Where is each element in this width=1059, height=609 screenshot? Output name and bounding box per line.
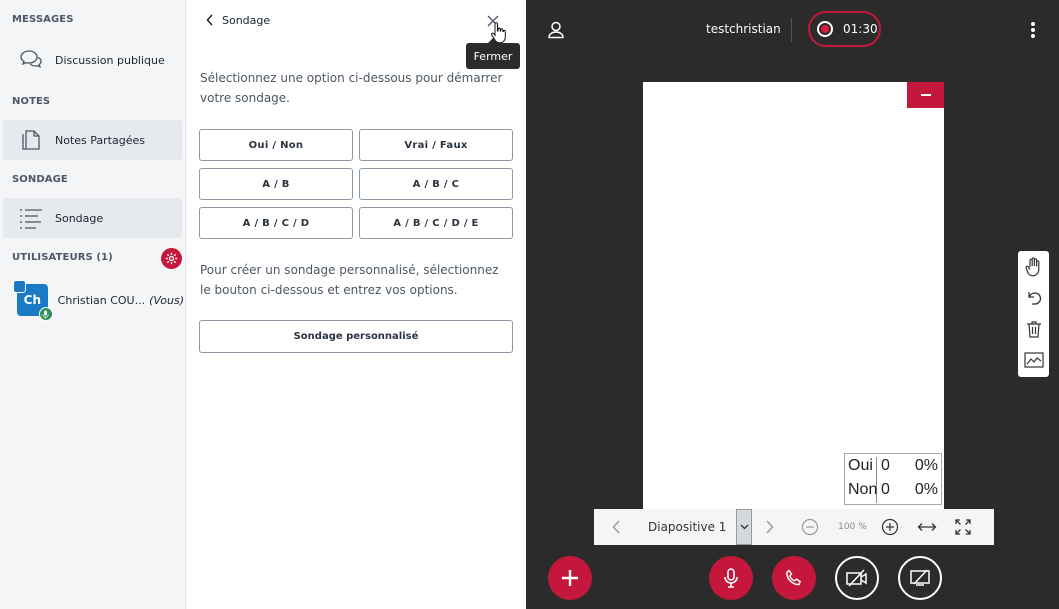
record-icon bbox=[817, 21, 833, 37]
notes-icon bbox=[11, 120, 51, 160]
multi-user-whiteboard-icon[interactable] bbox=[1018, 344, 1049, 375]
chevron-down-icon bbox=[740, 524, 749, 530]
user-list-item[interactable]: Ch Christian COU... (Vous) bbox=[12, 280, 184, 321]
trash-icon[interactable] bbox=[1018, 313, 1049, 344]
zoom-out-icon bbox=[802, 518, 819, 536]
user-icon[interactable] bbox=[546, 20, 566, 40]
result-percent: 0% bbox=[914, 481, 938, 498]
poll-option-abcde-button[interactable]: A / B / C / D / E bbox=[359, 207, 513, 239]
fullscreen-button[interactable] bbox=[946, 509, 980, 545]
whiteboard-toolbar bbox=[1018, 251, 1049, 377]
notes-section-title: NOTES bbox=[12, 96, 51, 107]
poll-option-abcd-button[interactable]: A / B / C / D bbox=[199, 207, 353, 239]
poll-option-true-false-button[interactable]: Vrai / Faux bbox=[359, 129, 513, 161]
avatar-initials: Ch bbox=[23, 293, 42, 307]
presentation-slide: Oui 0 0% Non 0 0% bbox=[643, 82, 944, 512]
zoom-in-button[interactable] bbox=[872, 509, 908, 545]
video-off-icon bbox=[846, 569, 867, 587]
chat-icon bbox=[11, 40, 51, 80]
undo-icon[interactable] bbox=[1018, 282, 1049, 313]
poll-list-icon bbox=[11, 198, 51, 238]
shared-notes-label: Notes Partagées bbox=[55, 133, 145, 147]
plus-icon bbox=[562, 570, 578, 586]
more-options-icon[interactable] bbox=[1026, 20, 1040, 40]
zoom-out-button[interactable] bbox=[788, 509, 832, 545]
poll-result-row: Oui 0 0% bbox=[845, 454, 941, 478]
chevron-left-icon bbox=[612, 520, 620, 534]
custom-poll-button[interactable]: Sondage personnalisé bbox=[199, 320, 513, 353]
poll-label: Sondage bbox=[55, 211, 104, 225]
phone-icon bbox=[786, 569, 802, 586]
zoom-level: 100 % bbox=[838, 522, 867, 532]
screen-share-off-icon bbox=[910, 569, 930, 586]
presentation-toolbar: Diapositive 1 100 % bbox=[594, 509, 994, 545]
poll-back-button[interactable]: Sondage bbox=[202, 12, 270, 28]
poll-result-row: Non 0 0% bbox=[845, 478, 941, 502]
recording-indicator[interactable]: 01:30 bbox=[808, 11, 881, 47]
poll-intro-text: Sélectionnez une option ci-dessous pour … bbox=[200, 71, 503, 105]
share-screen-button[interactable] bbox=[898, 556, 942, 600]
custom-poll-intro-text: Pour créer un sondage personnalisé, séle… bbox=[200, 263, 499, 297]
user-list-sidebar: MESSAGES Discussion publique NOTES Notes… bbox=[0, 0, 186, 609]
leave-audio-button[interactable] bbox=[772, 556, 816, 600]
microphone-button[interactable] bbox=[709, 556, 753, 600]
main-presentation-area: testchristian 01:30 Oui 0 0% Non 0 0% Di… bbox=[526, 0, 1059, 609]
meeting-title: testchristian bbox=[706, 22, 781, 36]
user-name: Christian COU... bbox=[57, 293, 146, 307]
public-chat-label: Discussion publique bbox=[55, 53, 165, 67]
slide-select-dropdown[interactable] bbox=[736, 509, 753, 545]
poll-panel-title: Sondage bbox=[222, 13, 271, 27]
poll-item[interactable]: Sondage bbox=[3, 198, 182, 238]
close-tooltip: Fermer bbox=[466, 38, 520, 69]
user-settings-gear-icon[interactable] bbox=[161, 248, 182, 269]
next-slide-button[interactable] bbox=[752, 509, 788, 545]
result-label: Oui bbox=[848, 457, 873, 474]
presenter-icon bbox=[13, 280, 26, 293]
fit-width-icon bbox=[918, 523, 937, 531]
poll-section-title: SONDAGE bbox=[12, 174, 68, 185]
chevron-left-icon bbox=[202, 12, 218, 28]
user-self-tag: (Vous) bbox=[149, 293, 184, 307]
poll-option-yes-no-button[interactable]: Oui / Non bbox=[199, 129, 353, 161]
minimize-presentation-button[interactable] bbox=[907, 82, 944, 108]
result-label: Non bbox=[848, 481, 878, 498]
previous-slide-button[interactable] bbox=[594, 509, 638, 545]
result-count: 0 bbox=[881, 481, 890, 498]
zoom-in-icon bbox=[882, 518, 899, 536]
public-chat-item[interactable]: Discussion publique bbox=[3, 40, 182, 80]
hand-tool-icon[interactable] bbox=[1018, 251, 1049, 282]
poll-results-table: Oui 0 0% Non 0 0% bbox=[844, 453, 942, 505]
header-divider bbox=[791, 18, 792, 42]
avatar: Ch bbox=[13, 280, 53, 321]
microphone-status-icon bbox=[38, 307, 53, 321]
fullscreen-icon bbox=[955, 519, 972, 535]
microphone-icon bbox=[724, 568, 738, 588]
slide-select-label[interactable]: Diapositive 1 bbox=[648, 520, 726, 534]
users-section-title: UTILISATEURS (1) bbox=[12, 252, 113, 263]
poll-option-ab-button[interactable]: A / B bbox=[199, 168, 353, 200]
chevron-right-icon bbox=[766, 520, 774, 534]
poll-option-abc-button[interactable]: A / B / C bbox=[359, 168, 513, 200]
shared-notes-item[interactable]: Notes Partagées bbox=[3, 120, 182, 160]
camera-button[interactable] bbox=[835, 556, 879, 600]
poll-panel: Sondage Fermer Sélectionnez une option c… bbox=[186, 0, 526, 609]
messages-section-title: MESSAGES bbox=[12, 14, 74, 25]
result-percent: 0% bbox=[914, 457, 938, 474]
recording-time: 01:30 bbox=[843, 22, 878, 36]
actions-plus-button[interactable] bbox=[548, 556, 592, 600]
fit-to-width-button[interactable] bbox=[908, 509, 946, 545]
result-count: 0 bbox=[881, 457, 890, 474]
